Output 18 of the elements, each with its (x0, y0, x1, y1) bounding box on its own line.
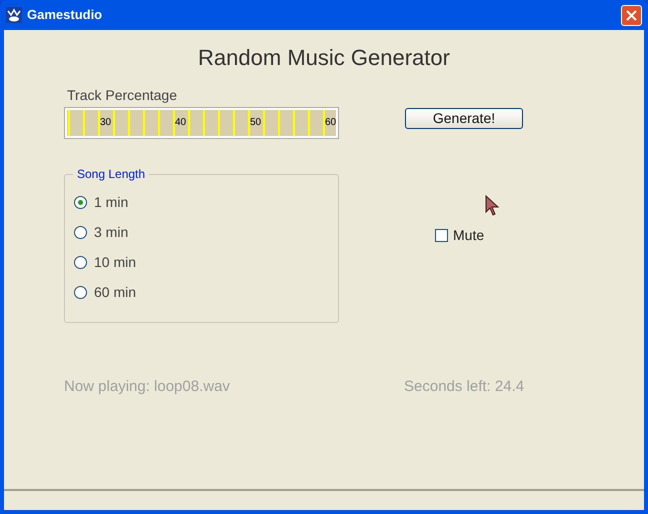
tick-label: 30 (100, 117, 112, 129)
track-ruler[interactable]: 30 40 50 60 (64, 107, 339, 139)
tick-label: 60 (325, 117, 336, 129)
mute-checkbox[interactable]: Mute (435, 225, 484, 246)
tick-label: 40 (175, 117, 186, 129)
length-option[interactable]: 10 min (74, 253, 338, 271)
heading: Random Music Generator (197, 44, 451, 72)
window-title: Gamestudio (27, 6, 104, 24)
track-label: Track Percentage (67, 86, 178, 104)
mute-label: Mute (453, 226, 484, 245)
seconds-left-text: Seconds left: 24.4 (404, 377, 524, 397)
length-option[interactable]: 3 min (74, 223, 338, 241)
group-title: Song Length (73, 166, 150, 182)
tick-label: 50 (250, 117, 262, 129)
now-playing-text: Now playing: loop08.wav (64, 377, 231, 397)
generate-button[interactable]: Generate! (405, 108, 523, 128)
length-option[interactable]: 60 min (74, 283, 338, 301)
length-option[interactable]: 1 min (74, 193, 338, 211)
